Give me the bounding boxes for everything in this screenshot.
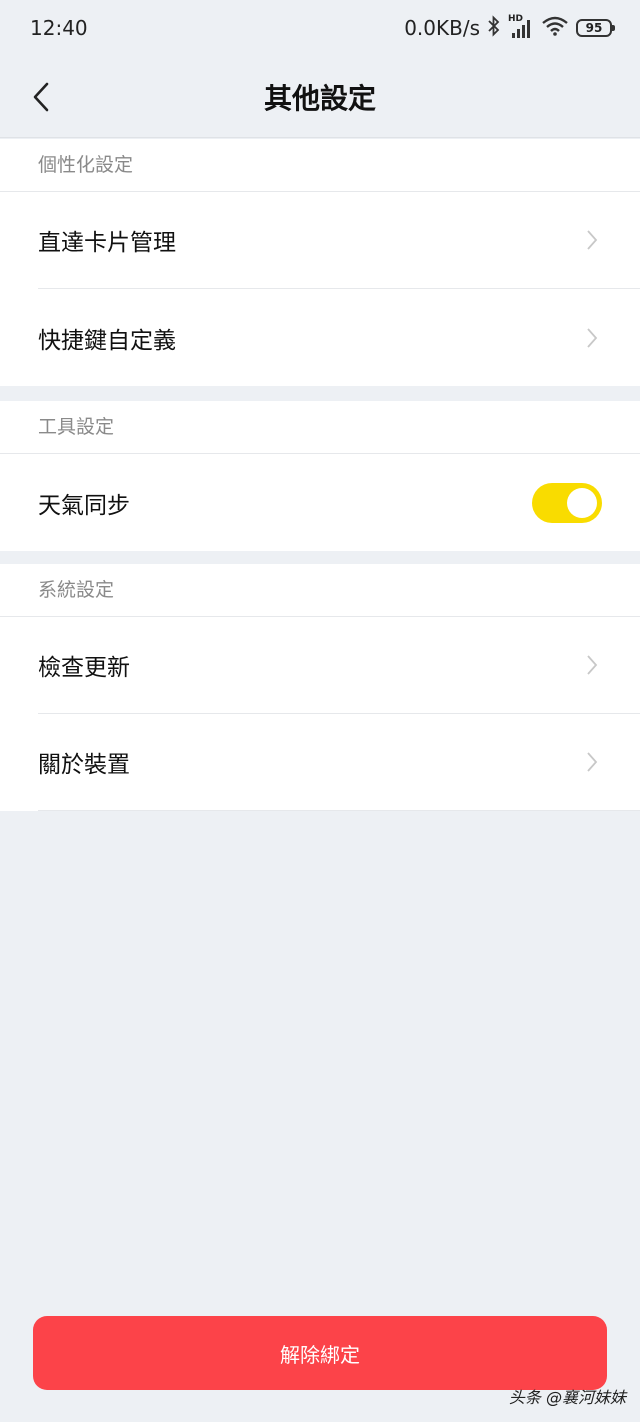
unbind-button[interactable]: 解除綁定 — [33, 1316, 607, 1390]
network-speed: 0.0KB/s — [404, 16, 480, 40]
status-bar: 12:40 0.0KB/s HD 95 — [0, 0, 640, 56]
bluetooth-icon — [488, 14, 500, 42]
watermark: 头条 @襄河妹妹 — [508, 1388, 626, 1407]
battery-icon: 95 — [576, 19, 615, 37]
chevron-left-icon[interactable] — [30, 80, 52, 114]
section-system: 系統設定 檢查更新 關於裝置 — [0, 564, 640, 811]
section-personalization: 個性化設定 直達卡片管理 快捷鍵自定義 — [0, 139, 640, 386]
setting-row-check-update[interactable]: 檢查更新 — [38, 617, 640, 714]
row-label: 天氣同步 — [38, 492, 130, 519]
signal-icon: HD — [508, 14, 534, 39]
section-tools: 工具設定 天氣同步 — [0, 401, 640, 551]
chevron-right-icon — [586, 653, 600, 677]
section-header: 工具設定 — [0, 401, 640, 454]
row-label: 快捷鍵自定義 — [38, 327, 176, 354]
chevron-right-icon — [586, 750, 600, 774]
weather-sync-toggle[interactable] — [532, 482, 602, 523]
status-time: 12:40 — [30, 16, 88, 40]
chevron-right-icon — [586, 326, 600, 350]
wifi-icon — [542, 16, 568, 41]
toggle-knob — [567, 487, 597, 518]
chevron-right-icon — [586, 228, 600, 252]
setting-row-weather-sync: 天氣同步 — [38, 454, 640, 551]
page-title: 其他設定 — [263, 81, 376, 115]
battery-level: 95 — [585, 21, 603, 35]
setting-row-shortcut-customize[interactable]: 快捷鍵自定義 — [38, 289, 640, 386]
status-icons: 0.0KB/s HD 95 — [404, 14, 615, 42]
row-label: 檢查更新 — [38, 655, 130, 681]
setting-row-card-management[interactable]: 直達卡片管理 — [38, 192, 640, 289]
nav-bar: 其他設定 — [0, 56, 640, 138]
row-label: 關於裝置 — [38, 752, 130, 778]
section-header: 個性化設定 — [0, 139, 640, 192]
section-header: 系統設定 — [0, 564, 640, 617]
row-label: 直達卡片管理 — [38, 230, 176, 256]
setting-row-about-device[interactable]: 關於裝置 — [38, 714, 640, 811]
